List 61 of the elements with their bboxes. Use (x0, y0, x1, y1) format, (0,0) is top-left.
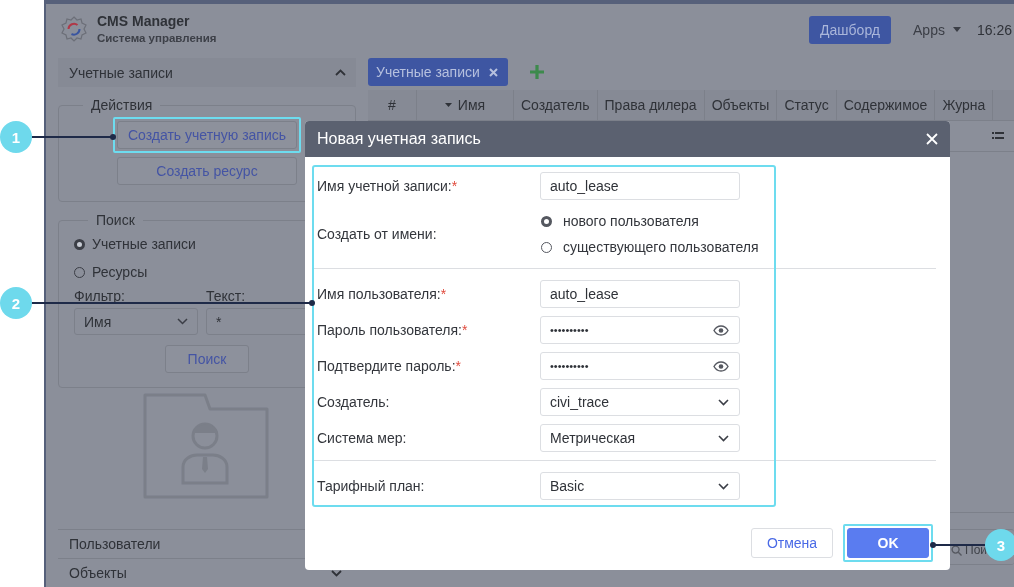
column-header[interactable]: Права дилера (597, 90, 705, 120)
column-header[interactable]: Содержимое (836, 90, 936, 120)
select-field[interactable]: Basic (540, 472, 740, 500)
input-field[interactable]: auto_lease (540, 172, 740, 200)
group-legend: Поиск (88, 212, 143, 228)
chevron-icon (177, 318, 188, 325)
filter-label: Фильтр: (74, 288, 126, 304)
field-label: Система мер: (317, 430, 408, 446)
radio-button[interactable] (541, 215, 552, 227)
sort-caret-icon (444, 103, 452, 107)
caret-icon (952, 27, 961, 32)
field-label: Имя учетной записи:* (317, 178, 459, 194)
callout-badge: 2 (0, 287, 32, 319)
dashboard-button[interactable]: Дашборд (809, 15, 892, 44)
column-header[interactable]: Имя (417, 90, 514, 120)
close-icon[interactable] (488, 67, 498, 77)
radio-option[interactable]: Ресурсы (74, 258, 340, 286)
dialog-title: Новая учетная запись (317, 130, 481, 148)
chevron-icon (718, 434, 729, 442)
eye-icon[interactable] (713, 360, 729, 372)
app-title: CMS Manager (97, 12, 191, 30)
column-header[interactable]: # (368, 90, 417, 120)
column-header[interactable]: Статус (777, 90, 837, 120)
field-label: Пароль пользователя:* (317, 322, 469, 338)
select-field[interactable]: civi_trace (540, 388, 740, 416)
chevron-icon (718, 398, 729, 406)
panel-header[interactable]: Учетные записи (58, 58, 356, 87)
panel-title: Учетные записи (69, 64, 173, 81)
text-label: Текст: (206, 288, 247, 304)
accounts-tab[interactable]: Учетные записи (368, 58, 508, 86)
field-label: Имя пользователя:* (317, 286, 448, 302)
ok-button[interactable]: OK (847, 528, 929, 558)
column-header[interactable]: Создатель (514, 90, 598, 120)
search-icon (951, 544, 962, 556)
radio-option[interactable]: нового пользователя (540, 208, 759, 234)
app-subtitle: Система управления (97, 30, 217, 46)
field-label: Создатель: (317, 394, 391, 410)
input-field[interactable]: auto_lease (540, 280, 740, 308)
field-label: Тарифный план: (317, 478, 426, 494)
field-label: Подтвердите пароль:* (317, 358, 462, 374)
radio-button[interactable] (74, 238, 85, 250)
cancel-button[interactable]: Отмена (751, 528, 833, 558)
search-button[interactable]: Поиск (165, 345, 249, 373)
filter-select[interactable]: Имя (74, 308, 198, 335)
create-account-button[interactable]: Создать учетную запись (117, 121, 297, 149)
column-header[interactable]: Объекты (704, 90, 778, 120)
clock-time: 16:26 (976, 21, 1012, 38)
field-label: Создать от имени: (317, 226, 438, 242)
select-field[interactable]: Метрическая (540, 424, 740, 452)
callout-badge: 1 (0, 121, 32, 153)
chevron-icon (718, 482, 729, 490)
list-icon[interactable] (992, 132, 1004, 140)
leader-line (930, 542, 986, 548)
create-resource-button[interactable]: Создать ресурс (117, 157, 297, 185)
radio-option[interactable]: существующего пользователя (540, 234, 759, 260)
eye-icon[interactable] (713, 324, 729, 336)
password-field[interactable]: •••••••••• (540, 316, 740, 344)
apps-menu[interactable]: Apps (907, 21, 967, 38)
column-header[interactable]: Журна (935, 90, 994, 120)
password-field[interactable]: •••••••••• (540, 352, 740, 380)
group-legend: Действия (83, 97, 161, 113)
